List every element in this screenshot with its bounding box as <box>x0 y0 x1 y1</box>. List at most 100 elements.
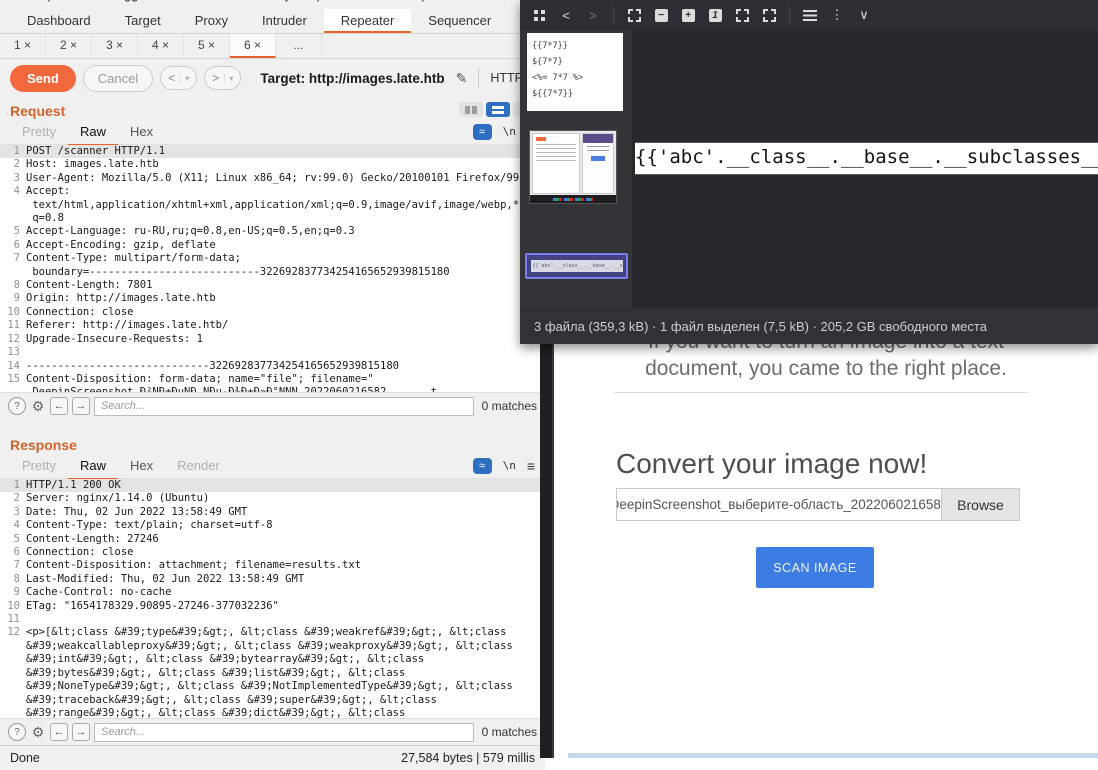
file-input[interactable]: DeepinScreenshot_выберите-область_202206… <box>616 488 1020 521</box>
prev-match-button[interactable]: ← <box>50 723 68 741</box>
newline-toggle-icon[interactable]: \n <box>503 125 516 138</box>
response-line: 4Content-Type: text/plain; charset=utf-8 <box>0 519 545 532</box>
next-match-button[interactable]: → <box>72 397 90 415</box>
response-line: 11 <box>0 613 545 626</box>
scan-image-button[interactable]: SCAN IMAGE <box>756 547 874 588</box>
payload-line: {{7*7}} <box>532 38 618 54</box>
repeater-tab[interactable]: 3 × <box>92 34 138 58</box>
history-forward-button[interactable]: > ▾ <box>204 66 241 90</box>
status-done-label: Done <box>10 751 40 765</box>
fit-width-icon[interactable] <box>735 9 749 22</box>
file-input-value: DeepinScreenshot_выберите-область_202206… <box>617 489 941 520</box>
edit-target-icon[interactable]: ✎ <box>456 70 468 87</box>
repeater-tab[interactable]: 4 × <box>138 34 184 58</box>
zoom-100-icon[interactable]: 1 <box>708 9 722 22</box>
list-view-icon[interactable] <box>803 10 817 21</box>
response-view-tab[interactable]: Pretty <box>10 453 68 480</box>
thumbnail-screenshot[interactable] <box>529 130 617 204</box>
burp-module-tab[interactable]: Learn <box>488 0 521 2</box>
burp-module-tab[interactable]: Project options <box>265 0 351 2</box>
repeater-tab[interactable]: 1 × <box>0 34 46 58</box>
chevron-down-icon[interactable]: ▾ <box>180 74 189 83</box>
fit-window-icon[interactable] <box>627 9 641 22</box>
request-search-input[interactable] <box>94 397 474 416</box>
image-viewer-window: < > − + 1 ⋮ ∨ {{7*7}}${7*7}<%= 7*7 %>${{… <box>520 0 1098 344</box>
viewer-statusbar: 3 файла (359,3 kB) · 1 файл выделен (7,5… <box>520 308 1098 344</box>
burp-top-tab-row-clipped: Comparer Logger Extender Project options Use… <box>0 0 545 9</box>
request-line: 9Origin: http://images.late.htb <box>0 292 545 305</box>
response-line: 2Server: nginx/1.14.0 (Ubuntu) <box>0 492 545 505</box>
repeater-tab[interactable]: ... <box>276 34 322 58</box>
kebab-menu-icon[interactable]: ⋮ <box>830 7 844 23</box>
burp-module-tab[interactable]: Intruder <box>245 9 324 33</box>
request-editor[interactable]: 1POST /scanner HTTP/1.12Host: images.lat… <box>0 145 545 392</box>
gear-icon[interactable]: ⚙ <box>30 398 46 414</box>
help-icon[interactable]: ? <box>8 723 26 741</box>
zoom-out-icon[interactable]: − <box>654 9 668 22</box>
repeater-tab[interactable]: 6 × <box>230 34 276 58</box>
request-line: 12Upgrade-Insecure-Requests: 1 <box>0 333 545 346</box>
send-button[interactable]: Send <box>10 65 76 92</box>
wrap-toggle-icon[interactable]: ≈ <box>473 458 492 474</box>
request-line: boundary=---------------------------3226… <box>0 266 545 279</box>
response-view-tab[interactable]: Render <box>165 453 232 480</box>
response-view-tab[interactable]: Hex <box>118 453 165 480</box>
wrap-toggle-icon[interactable]: ≈ <box>473 124 492 140</box>
cancel-button[interactable]: Cancel <box>83 65 153 92</box>
repeater-tab[interactable]: 2 × <box>46 34 92 58</box>
viewer-canvas[interactable]: {{'abc'.__class__.__base__.__subclasses_… <box>632 30 1098 308</box>
request-line: 14-----------------------------322692837… <box>0 360 545 373</box>
viewer-sidebar: {{7*7}}${7*7}<%= 7*7 %>${{7*7}} {{'abc'.… <box>520 30 632 308</box>
repeater-tab-strip: 1 ×2 ×3 ×4 ×5 ×6 ×... <box>0 34 545 59</box>
thumbnails-grid-icon[interactable] <box>532 10 546 21</box>
response-line: 7Content-Disposition: attachment; filena… <box>0 559 545 572</box>
repeater-tab[interactable]: 5 × <box>184 34 230 58</box>
prev-match-button[interactable]: ← <box>50 397 68 415</box>
tagline-line2: document, you came to the right place. <box>554 357 1098 381</box>
response-editor[interactable]: 1HTTP/1.1 200 OK2Server: nginx/1.14.0 (U… <box>0 479 545 718</box>
zoom-in-icon[interactable]: + <box>681 9 695 22</box>
response-search-input[interactable] <box>94 723 474 742</box>
burp-module-tab[interactable]: Logger <box>109 0 149 2</box>
response-line: &#39;bytes&#39;&gt;, &lt;class &#39;list… <box>0 667 545 680</box>
layout-rows-button[interactable] <box>486 102 510 117</box>
request-view-tab[interactable]: Raw <box>68 119 118 146</box>
gear-icon[interactable]: ⚙ <box>30 724 46 740</box>
request-view-tab[interactable]: Hex <box>118 119 165 146</box>
chevron-down-icon[interactable]: ▾ <box>224 74 233 83</box>
burp-module-tab[interactable]: Comparer <box>20 0 78 2</box>
burp-module-tab[interactable]: Repeater <box>324 9 411 33</box>
forward-icon[interactable]: > <box>586 8 600 23</box>
chevron-down-icon[interactable]: ∨ <box>857 7 871 23</box>
editor-menu-icon[interactable]: ≡ <box>527 458 535 474</box>
thumbnail-ssti-payloads[interactable]: {{7*7}}${7*7}<%= 7*7 %>${{7*7}} <box>527 33 623 111</box>
payload-line: ${7*7} <box>532 54 618 70</box>
viewed-image-text: {{'abc'.__class__.__base__.__subclasses_… <box>635 142 1098 175</box>
burp-module-tab[interactable]: Dashboard <box>10 9 108 33</box>
response-search-bar: ? ⚙ ← → 0 matches <box>0 718 545 745</box>
browser-window: If you want to turn an image into a text… <box>540 330 1098 758</box>
request-view-tab[interactable]: Pretty <box>10 119 68 146</box>
burp-module-tab[interactable]: Target <box>108 9 178 33</box>
response-view-tab[interactable]: Raw <box>68 453 118 480</box>
request-line: 7Content-Type: multipart/form-data; <box>0 252 545 265</box>
fit-height-icon[interactable] <box>762 9 776 22</box>
newline-toggle-icon[interactable]: \n <box>503 459 516 472</box>
thumbnail-selected-payload[interactable]: {{'abc'.__class__.__base__.__subclasses_… <box>525 253 628 279</box>
divider <box>478 68 479 88</box>
history-back-button[interactable]: < ▾ <box>160 66 197 90</box>
burp-module-tab[interactable]: User options <box>383 0 456 2</box>
browse-button[interactable]: Browse <box>941 489 1019 520</box>
burp-module-tab[interactable]: Proxy <box>178 9 245 33</box>
layout-columns-button[interactable] <box>459 102 483 117</box>
status-metrics-label: 27,584 bytes | 579 millis <box>401 751 535 765</box>
burp-module-tabs: DashboardTargetProxyIntruderRepeaterSequ… <box>0 9 545 34</box>
editor-icon-group: ≈ \n ≡ <box>473 458 535 474</box>
panel-divider <box>0 419 545 431</box>
burp-module-tab[interactable]: Sequencer <box>411 9 508 33</box>
request-line: 10Connection: close <box>0 306 545 319</box>
back-icon[interactable]: < <box>559 8 573 23</box>
help-icon[interactable]: ? <box>8 397 26 415</box>
burp-module-tab[interactable]: Extender <box>182 0 234 2</box>
next-match-button[interactable]: → <box>72 723 90 741</box>
